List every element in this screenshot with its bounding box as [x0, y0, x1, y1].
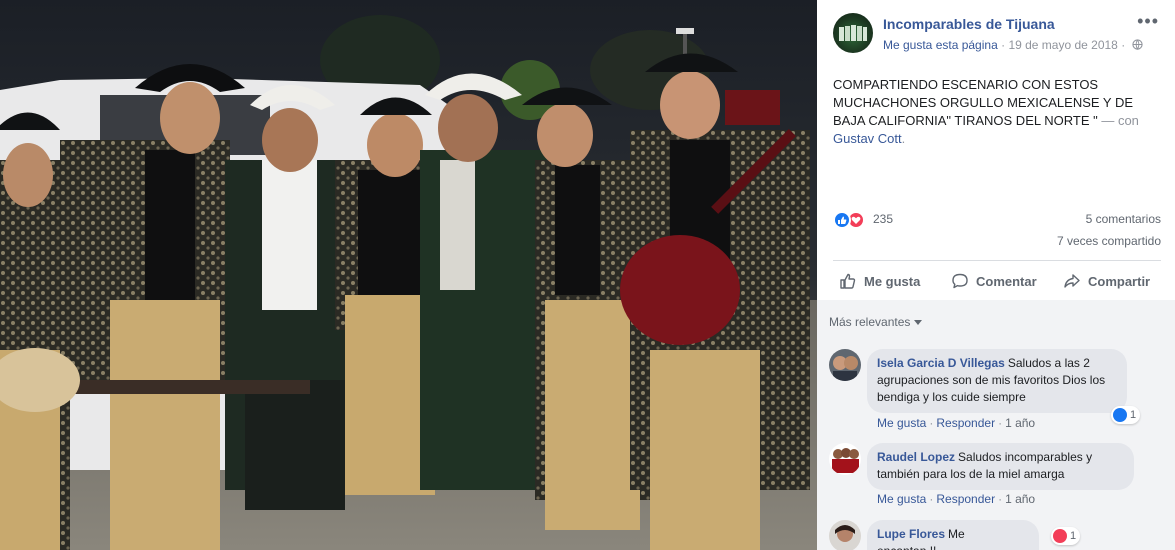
comment-button[interactable]: Comentar — [951, 264, 1037, 298]
post-meta: Me gusta esta página · 19 de mayo de 201… — [883, 38, 1143, 52]
comment-bubble-icon — [952, 273, 968, 289]
post-text-end: . — [901, 131, 906, 146]
with-dash: — con — [1097, 113, 1139, 128]
comment-reaction-count: 1 — [1130, 409, 1137, 421]
comment-item: Isela Garcia D Villegas Saludos a las 2 a… — [829, 349, 1169, 439]
more-options-icon[interactable]: ••• — [1137, 12, 1159, 30]
comment-item: Raudel Lopez Saludos incomparables y tamb… — [829, 443, 1169, 513]
comment-sort-dropdown[interactable]: Más relevantes — [829, 315, 923, 329]
love-reaction-icon — [1053, 529, 1067, 543]
comments-count-link[interactable]: 5 comentarios — [1086, 212, 1161, 226]
comment-time[interactable]: 1 año — [1005, 416, 1035, 430]
post-body: COMPARTIENDO ESCENARIO CON ESTOS MUCHACH… — [833, 77, 1134, 128]
thumbs-up-icon — [840, 273, 856, 289]
reaction-icons[interactable] — [833, 211, 871, 229]
post-header: Incomparables de Tijuana Me gusta esta p… — [833, 12, 1161, 57]
comment-button-label: Comentar — [976, 273, 1037, 289]
comment-actions: Me gusta · Responder · 1 año — [877, 492, 1036, 506]
post-panel: Incomparables de Tijuana Me gusta esta p… — [817, 0, 1175, 550]
post-text: COMPARTIENDO ESCENARIO CON ESTOS MUCHACH… — [833, 76, 1163, 148]
shares-count-link[interactable]: 7 veces compartido — [1057, 234, 1161, 248]
post-actions: Me gusta Comentar Compartir — [833, 264, 1161, 298]
comment-reply-link[interactable]: Responder — [936, 492, 995, 506]
like-reaction-icon — [1113, 408, 1127, 422]
globe-icon — [1131, 39, 1143, 50]
comment-actions: Me gusta · Responder · 1 año — [877, 416, 1036, 430]
comment-like-link[interactable]: Me gusta — [877, 492, 926, 506]
band-group-photo — [0, 0, 817, 550]
comment-reaction-count: 1 — [1070, 530, 1077, 542]
comment-author-link[interactable]: Lupe Flores — [877, 527, 945, 541]
meta-separator: · — [1001, 38, 1006, 52]
comment-reaction-badge[interactable]: 1 — [1051, 527, 1081, 545]
sort-label: Más relevantes — [829, 315, 911, 329]
commenter-avatar[interactable] — [829, 443, 861, 475]
comment-bubble: Raudel Lopez Saludos incomparables y tamb… — [867, 443, 1134, 490]
share-arrow-icon — [1064, 274, 1080, 288]
share-button-label: Compartir — [1088, 273, 1151, 289]
like-button-label: Me gusta — [864, 273, 921, 289]
post-date[interactable]: 19 de mayo de 2018 — [1008, 38, 1117, 52]
comment-item: Lupe FloresMe encantan !! 1 — [829, 520, 1169, 550]
caret-down-icon — [914, 319, 923, 325]
tagged-user-link[interactable]: Gustav Cott — [833, 131, 902, 146]
comment-time[interactable]: 1 año — [1005, 492, 1035, 506]
like-button[interactable]: Me gusta — [839, 264, 920, 298]
comment-bubble: Lupe FloresMe encantan !! — [867, 520, 1039, 550]
like-reaction-icon — [833, 211, 851, 229]
reaction-count[interactable]: 235 — [873, 212, 893, 226]
reactions-summary: 235 5 comentarios 7 veces compartido — [833, 208, 1161, 252]
share-button[interactable]: Compartir — [1063, 264, 1150, 298]
comment-like-link[interactable]: Me gusta — [877, 416, 926, 430]
commenter-avatar[interactable] — [829, 349, 861, 381]
comment-bubble: Isela Garcia D Villegas Saludos a las 2 a… — [867, 349, 1127, 413]
commenter-avatar[interactable] — [829, 520, 861, 550]
page-avatar[interactable] — [833, 13, 873, 53]
comment-reaction-badge[interactable]: 1 — [1111, 406, 1141, 424]
like-page-link[interactable]: Me gusta esta página — [883, 38, 998, 52]
meta-separator-2: · — [1121, 38, 1126, 52]
comment-author-link[interactable]: Isela Garcia D Villegas — [877, 356, 1005, 370]
comment-author-link[interactable]: Raudel Lopez — [877, 450, 955, 464]
actions-divider-top — [833, 260, 1161, 261]
post-photo[interactable] — [0, 0, 817, 550]
comments-section: Más relevantes Isela Garcia D Villegas Sa… — [817, 300, 1175, 550]
comment-reply-link[interactable]: Responder — [936, 416, 995, 430]
page-name-link[interactable]: Incomparables de Tijuana — [883, 16, 1055, 32]
